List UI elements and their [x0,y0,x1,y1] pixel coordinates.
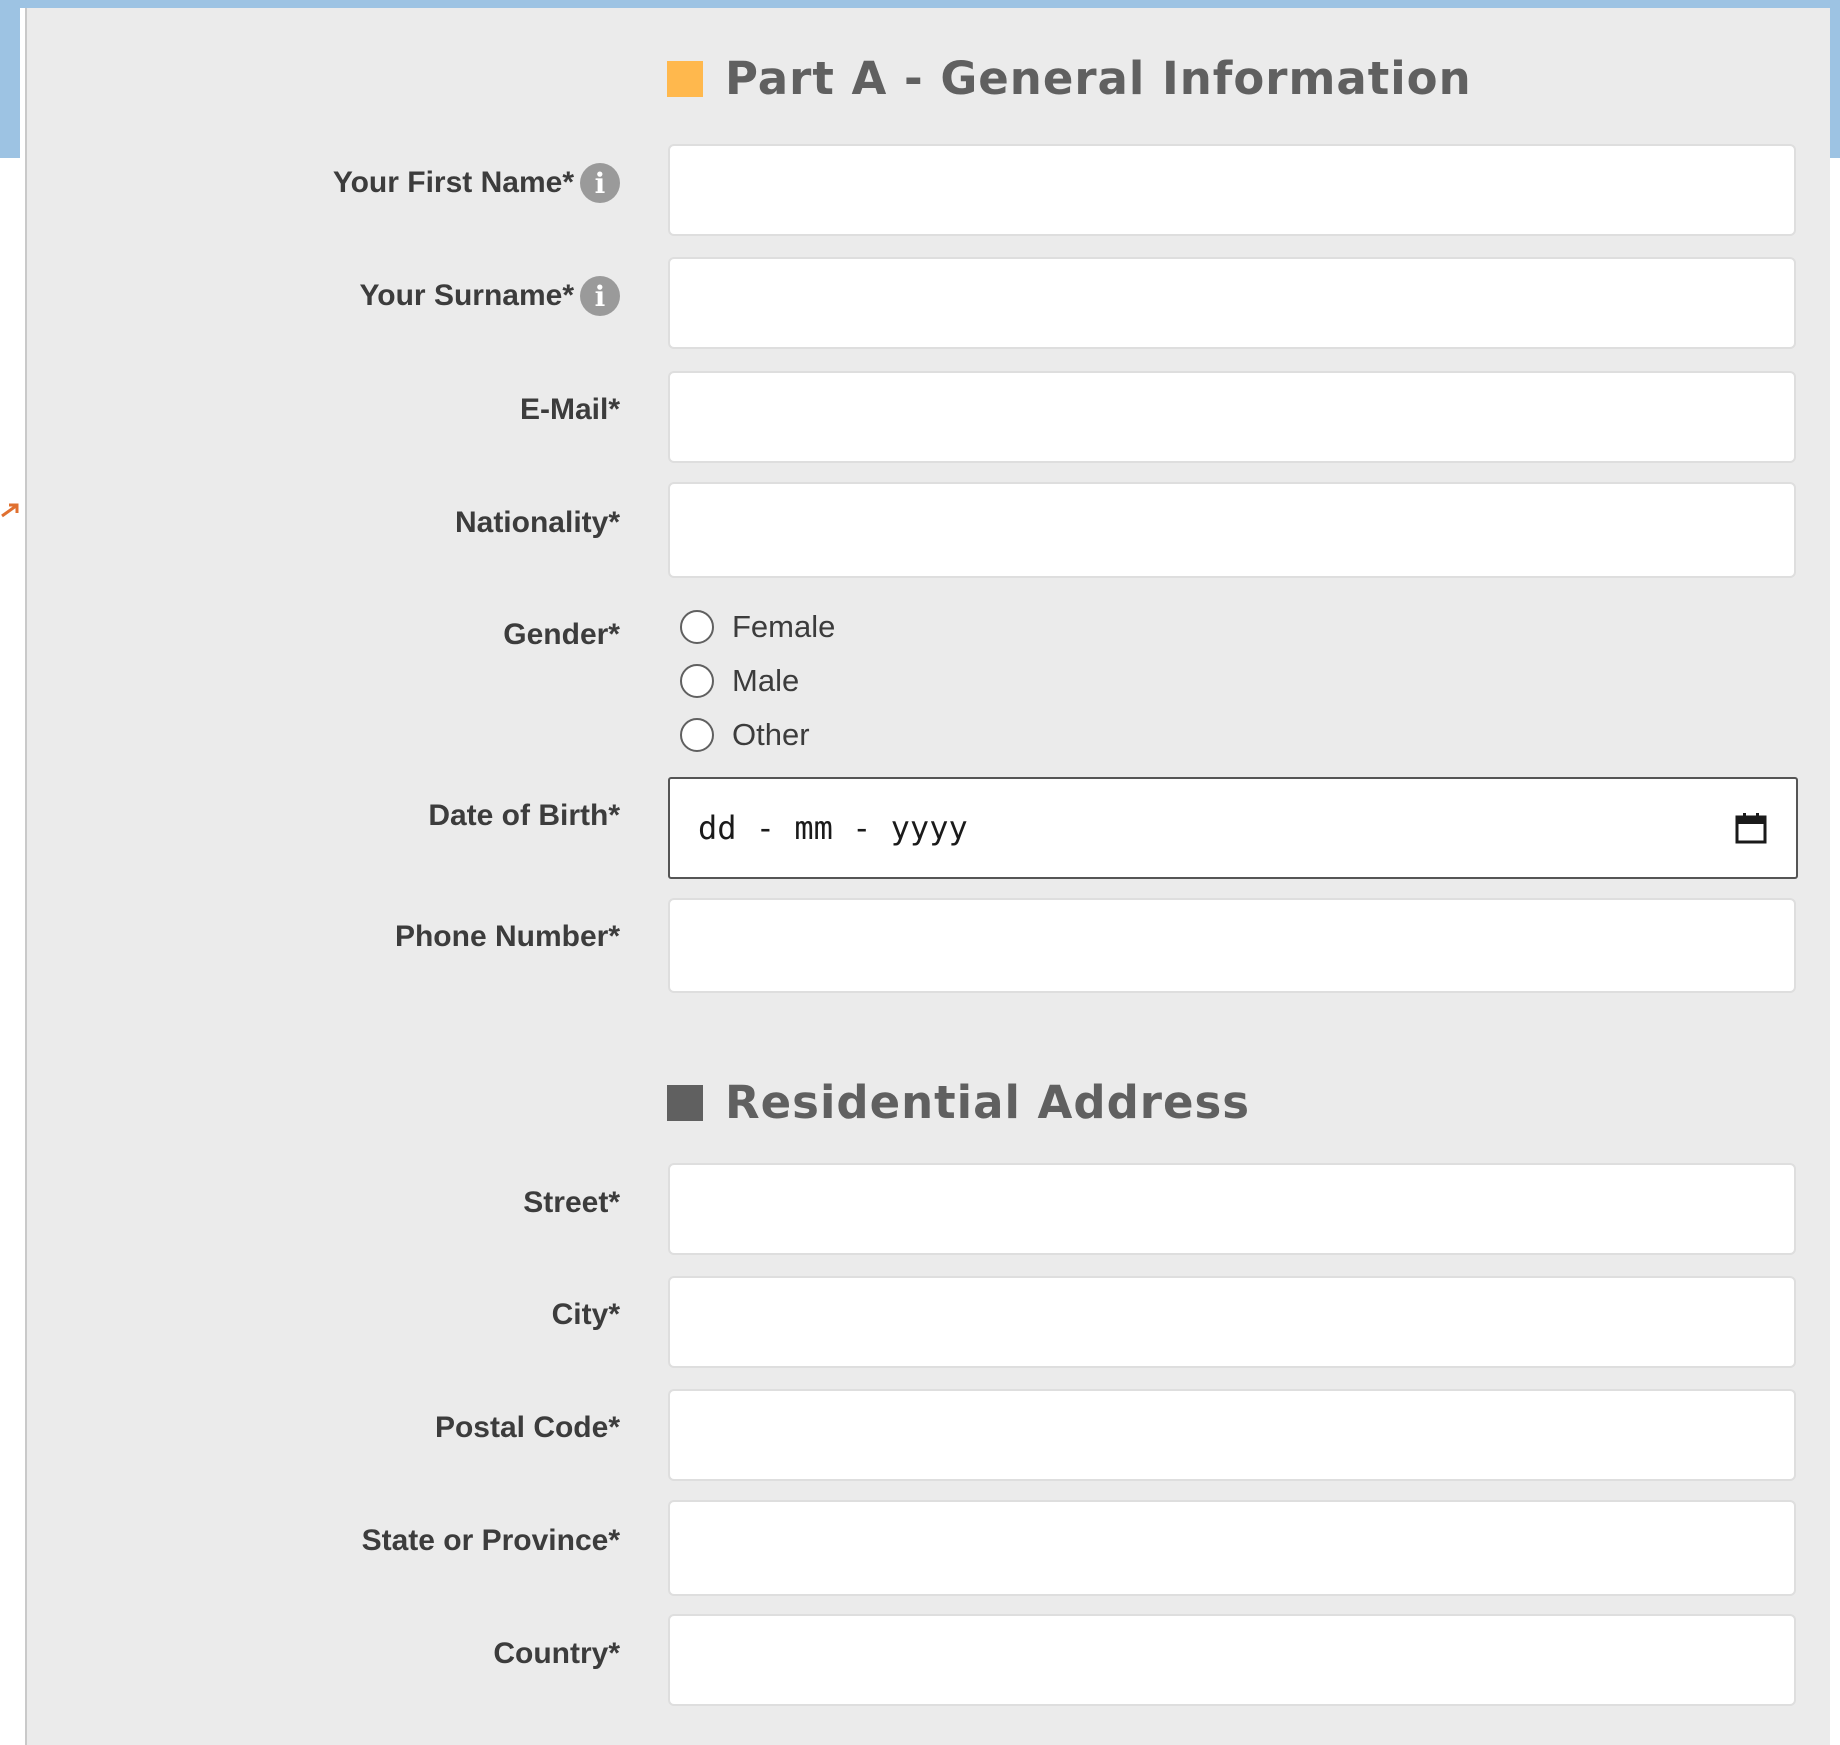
section-marker-orange [667,60,703,97]
first-name-input[interactable] [668,144,1796,236]
label-postal-code: Postal Code* [434,1411,620,1444]
info-icon[interactable]: i [580,163,620,203]
phone-input[interactable] [668,898,1796,993]
label-dob: Date of Birth* [428,799,620,832]
city-input[interactable] [668,1276,1796,1368]
label-email: E-Mail* [519,393,620,426]
info-icon[interactable]: i [580,276,620,316]
label-phone: Phone Number* [394,920,620,953]
postal-code-input[interactable] [668,1389,1796,1481]
label-country: Country* [493,1637,620,1670]
gender-radio-group: Female Male Other [680,600,835,762]
label-first-name: Your First Name* i [333,163,620,203]
label-nationality: Nationality* [454,506,620,539]
right-frame-band [1830,0,1840,158]
label-street: Street* [523,1186,620,1219]
label-gender: Gender* [503,618,620,651]
label-surname: Your Surname* i [360,276,620,316]
arrow-icon [1,503,19,518]
surname-input[interactable] [668,257,1796,349]
dob-input[interactable]: dd - mm - yyyy [668,777,1798,879]
dob-placeholder: dd - mm - yyyy [698,809,968,847]
radio-button[interactable] [680,610,714,644]
gender-option-female[interactable]: Female [680,600,835,654]
section-marker-gray [667,1084,703,1121]
calendar-icon[interactable] [1734,811,1768,845]
email-input[interactable] [668,371,1796,463]
label-state: State or Province* [361,1524,620,1557]
radio-button[interactable] [680,664,714,698]
country-input[interactable] [668,1614,1796,1706]
section-title-general: Part A - General Information [667,52,1472,105]
nationality-input[interactable] [668,482,1796,578]
label-city: City* [551,1298,620,1331]
top-frame-band [0,0,1840,8]
radio-button[interactable] [680,718,714,752]
section-title-address-text: Residential Address [725,1076,1251,1129]
section-title-general-text: Part A - General Information [725,52,1472,105]
state-input[interactable] [668,1500,1796,1596]
left-frame-band [0,0,20,158]
section-title-address: Residential Address [667,1076,1250,1129]
gender-option-other[interactable]: Other [680,708,835,762]
gender-option-male[interactable]: Male [680,654,835,708]
street-input[interactable] [668,1163,1796,1255]
